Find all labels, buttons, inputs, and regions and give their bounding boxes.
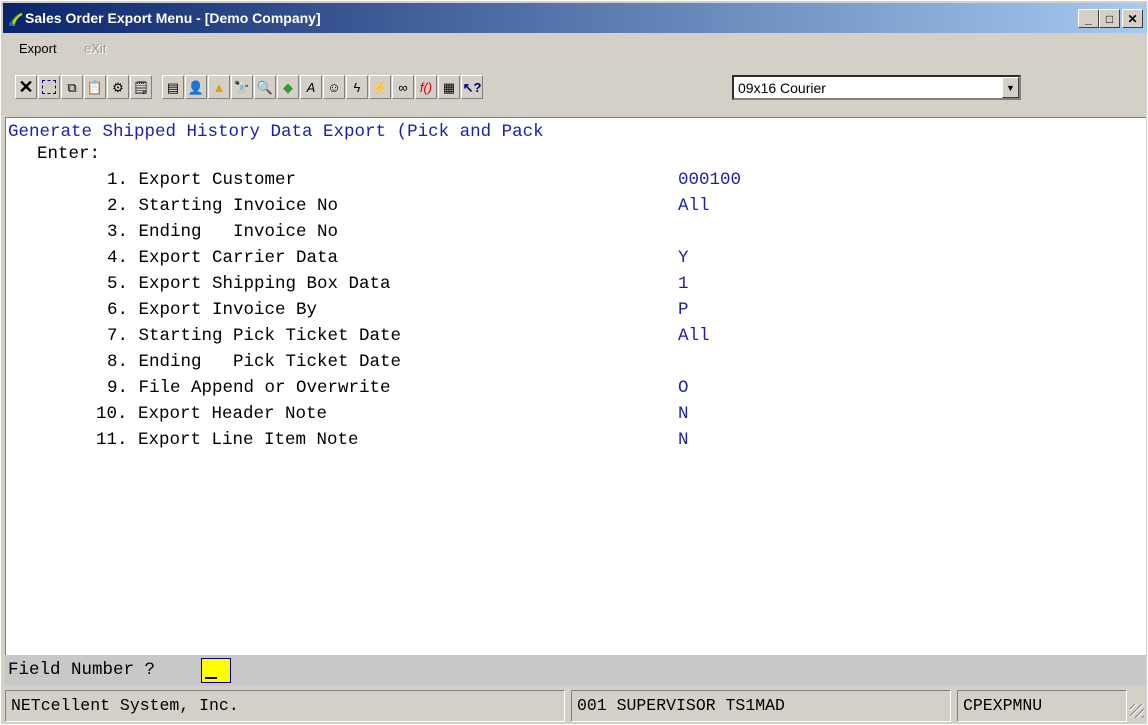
calculator-icon[interactable]: ▦	[438, 75, 460, 99]
maximize-icon: □	[1105, 11, 1114, 26]
field-value[interactable]: All	[678, 196, 710, 216]
font-size-select[interactable]: 09x16 Courier ▼	[732, 75, 1021, 100]
lightning-icon[interactable]: ϟ	[346, 75, 368, 99]
binoculars-icon[interactable]: 🔭	[231, 75, 253, 99]
terminal-screen: Generate Shipped History Data Export (Pi…	[5, 117, 1146, 655]
field-value[interactable]: O	[678, 378, 689, 398]
status-program: CPEXPMNU	[957, 690, 1127, 722]
prompt-label: Field Number ?	[8, 660, 156, 680]
paste-icon[interactable]: 📋	[84, 75, 106, 99]
resize-grip-icon[interactable]	[1130, 704, 1144, 718]
field-value[interactable]: P	[678, 300, 689, 320]
field-label: 6. Export Invoice By	[107, 300, 318, 320]
document-icon[interactable]: ▤	[162, 75, 184, 99]
field-value[interactable]: N	[678, 430, 689, 450]
menu-bar: Export eXit	[3, 37, 1147, 61]
close-button[interactable]: ✕	[1122, 9, 1143, 28]
person-icon[interactable]: ☺	[323, 75, 345, 99]
help-pointer-icon[interactable]: ↖?	[461, 75, 483, 99]
status-company: NETcellent System, Inc.	[5, 690, 565, 722]
field-label: 8. Ending Pick Ticket Date	[107, 352, 402, 372]
field-label: 5. Export Shipping Box Data	[107, 274, 391, 294]
toolbar: ✕ ⧉ 📋 ⚙ 🗒 ▤ 👤 ▲ 🔭 🔍 ◆ A ☺ ϟ ⚡ ∞ f() ▦ ↖?…	[5, 66, 1145, 112]
user-icon[interactable]: 👤	[185, 75, 207, 99]
prompt-bar: Field Number ?	[5, 655, 1146, 686]
field-value[interactable]: N	[678, 404, 689, 424]
field-value[interactable]: 1	[678, 274, 689, 294]
gear-icon[interactable]: ⚙	[107, 75, 129, 99]
status-user: 001 SUPERVISOR TS1MAD	[571, 690, 951, 722]
lightning-doc-icon[interactable]: ⚡	[369, 75, 391, 99]
font-select-value: 09x16 Courier	[738, 80, 826, 96]
title-bar[interactable]: Sales Order Export Menu - [Demo Company]…	[3, 3, 1147, 33]
maximize-button[interactable]: □	[1099, 9, 1120, 28]
field-label: 11. Export Line Item Note	[96, 430, 359, 450]
field-label: 3. Ending Invoice No	[107, 222, 339, 242]
form-heading: Generate Shipped History Data Export (Pi…	[8, 122, 544, 142]
enter-label: Enter:	[37, 144, 101, 164]
app-window: Sales Order Export Menu - [Demo Company]…	[0, 0, 1148, 725]
alert-icon[interactable]: ▲	[208, 75, 230, 99]
copy-icon[interactable]: ⧉	[61, 75, 83, 99]
minimize-button[interactable]: _	[1078, 9, 1099, 28]
chevron-down-icon[interactable]: ▼	[1002, 77, 1019, 98]
field-label: 7. Starting Pick Ticket Date	[107, 326, 402, 346]
menu-exit[interactable]: eXit	[84, 41, 106, 56]
field-label: 10. Export Header Note	[96, 404, 328, 424]
globe-icon[interactable]: ◆	[277, 75, 299, 99]
close-x-icon[interactable]: ✕	[15, 75, 37, 99]
field-label: 1. Export Customer	[107, 170, 297, 190]
field-value[interactable]: Y	[678, 248, 689, 268]
field-number-input[interactable]	[201, 658, 231, 683]
field-value[interactable]: 000100	[678, 170, 741, 190]
properties-icon[interactable]: 🗒	[130, 75, 152, 99]
zoom-icon[interactable]: 🔍	[254, 75, 276, 99]
field-label: 2. Starting Invoice No	[107, 196, 339, 216]
app-logo-icon	[9, 12, 23, 26]
pen-icon[interactable]: A	[300, 75, 322, 99]
function-icon[interactable]: f()	[415, 75, 437, 99]
field-label: 9. File Append or Overwrite	[107, 378, 391, 398]
window-title: Sales Order Export Menu - [Demo Company]	[25, 10, 321, 26]
field-label: 4. Export Carrier Data	[107, 248, 339, 268]
select-icon[interactable]	[38, 75, 60, 99]
field-value[interactable]: All	[678, 326, 710, 346]
link-icon[interactable]: ∞	[392, 75, 414, 99]
close-icon: ✕	[1127, 11, 1138, 26]
status-bar: NETcellent System, Inc. 001 SUPERVISOR T…	[5, 690, 1146, 722]
menu-export[interactable]: Export	[19, 41, 57, 56]
minimize-icon: _	[1085, 11, 1092, 26]
